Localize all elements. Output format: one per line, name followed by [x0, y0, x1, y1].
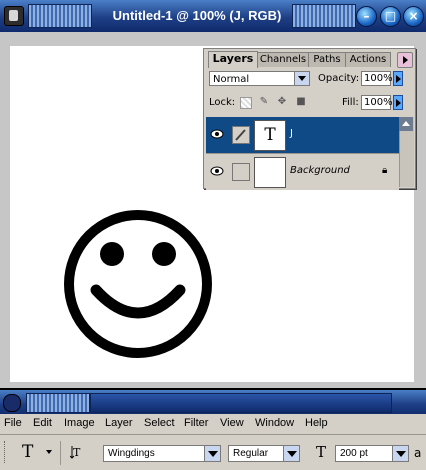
- close-button[interactable]: ×: [403, 6, 424, 27]
- font-family-value: Wingdings: [108, 448, 155, 459]
- layer-row-background[interactable]: Background 🔒︎: [206, 153, 399, 190]
- font-size-icon: T: [316, 443, 327, 461]
- layer-link-box[interactable]: [232, 163, 250, 181]
- chevron-down-icon[interactable]: [392, 446, 408, 461]
- blend-mode-value: Normal: [213, 74, 250, 85]
- layer-thumbnail: [254, 157, 286, 188]
- lock-brush-icon[interactable]: ✎: [258, 96, 270, 108]
- lock-move-icon[interactable]: ✥: [276, 96, 288, 108]
- opacity-label: Opacity:: [318, 73, 360, 84]
- eye-icon[interactable]: [210, 129, 224, 139]
- photoshop-document-icon[interactable]: [4, 6, 24, 26]
- titlebar-grip: [292, 4, 356, 28]
- blend-mode-select[interactable]: Normal: [209, 71, 310, 86]
- titlebar-grip: [90, 393, 392, 413]
- lock-label: Lock:: [209, 97, 236, 108]
- chevron-down-icon[interactable]: [283, 446, 299, 461]
- menu-edit[interactable]: Edit: [33, 417, 52, 429]
- font-style-value: Regular: [233, 448, 269, 459]
- layer-name[interactable]: Background: [290, 165, 350, 176]
- font-family-select[interactable]: Wingdings: [103, 445, 221, 462]
- app-titlebar[interactable]: [0, 388, 426, 416]
- close-icon: ×: [408, 9, 419, 23]
- document-title: Untitled-1 @ 100% (J, RGB): [112, 8, 282, 23]
- opacity-field[interactable]: 100%: [361, 71, 393, 86]
- fill-slider-arrow-icon[interactable]: [393, 95, 403, 110]
- layer-thumbnail-text: T: [254, 120, 286, 151]
- options-bar-grip[interactable]: [4, 441, 7, 463]
- options-bar: T T Wingdings Regular T 200 pt a: [0, 435, 426, 470]
- tool-preset-dropdown-icon[interactable]: [46, 450, 52, 454]
- maximize-button[interactable]: □: [380, 6, 401, 27]
- chevron-down-icon[interactable]: [294, 72, 309, 85]
- type-tool-icon[interactable]: T: [22, 442, 33, 462]
- titlebar-grip: [26, 393, 90, 413]
- opacity-slider-arrow-icon[interactable]: [393, 71, 403, 86]
- menu-window[interactable]: Window: [255, 417, 294, 429]
- tab-channels[interactable]: Channels: [257, 52, 309, 67]
- layer-row-j[interactable]: T J: [206, 117, 399, 153]
- photoshop-app-icon[interactable]: [3, 394, 21, 412]
- fill-label: Fill:: [342, 97, 359, 108]
- menu-select[interactable]: Select: [144, 417, 175, 429]
- titlebar-grip: [28, 4, 92, 28]
- minimize-button[interactable]: –: [356, 6, 377, 27]
- svg-text:T: T: [73, 446, 81, 459]
- lock-icon: 🔒︎: [382, 165, 388, 176]
- document-titlebar[interactable]: Untitled-1 @ 100% (J, RGB) – □ ×: [0, 0, 426, 33]
- lock-all-icon[interactable]: ■: [295, 96, 307, 108]
- anti-alias-icon[interactable]: a: [414, 446, 421, 460]
- menu-layer[interactable]: Layer: [105, 417, 133, 429]
- lock-transparency-icon[interactable]: [240, 97, 252, 109]
- fill-field[interactable]: 100%: [361, 95, 393, 110]
- minimize-icon: –: [363, 9, 370, 23]
- menu-view[interactable]: View: [220, 417, 244, 429]
- tab-layers[interactable]: Layers: [208, 51, 258, 68]
- eye-icon[interactable]: [210, 166, 224, 176]
- canvas-frame-top: [10, 32, 414, 46]
- font-style-select[interactable]: Regular: [228, 445, 300, 462]
- layers-panel: Layers Channels Paths Actions Normal Opa…: [203, 48, 416, 190]
- chevron-down-icon[interactable]: [204, 446, 220, 461]
- panel-menu-button[interactable]: [397, 52, 413, 68]
- menubar: File Edit Image Layer Select Filter View…: [0, 414, 426, 435]
- layer-name[interactable]: J: [290, 128, 293, 139]
- menu-help[interactable]: Help: [305, 417, 328, 429]
- separator: [60, 441, 61, 465]
- canvas-frame-left: [0, 32, 10, 384]
- menu-filter[interactable]: Filter: [184, 417, 208, 429]
- smiley-face-glyph: [64, 210, 212, 358]
- text-orientation-icon[interactable]: T: [70, 444, 88, 460]
- menu-image[interactable]: Image: [64, 417, 95, 429]
- tab-paths[interactable]: Paths: [308, 52, 346, 67]
- layer-edit-brush-icon[interactable]: [232, 126, 250, 144]
- font-size-select[interactable]: 200 pt: [335, 445, 409, 462]
- tab-actions[interactable]: Actions: [345, 52, 391, 67]
- scroll-up-icon[interactable]: [399, 117, 413, 131]
- maximize-icon: □: [384, 9, 397, 23]
- menu-file[interactable]: File: [4, 417, 22, 429]
- font-size-value: 200 pt: [340, 448, 368, 459]
- panel-tabs: Layers Channels Paths Actions: [204, 49, 415, 68]
